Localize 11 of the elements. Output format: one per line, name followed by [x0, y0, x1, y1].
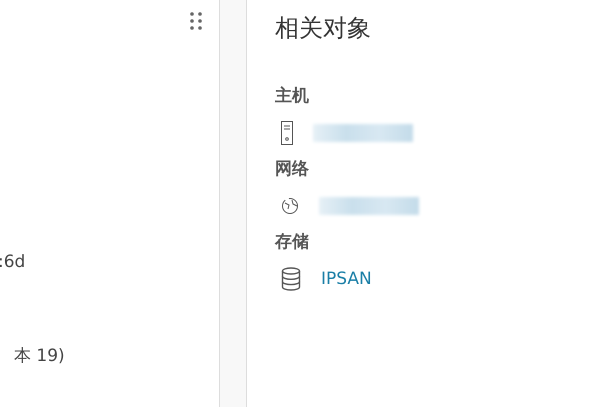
drag-handle-icon[interactable] [190, 12, 202, 30]
globe-icon [281, 197, 299, 215]
property-value: :6d [0, 252, 26, 272]
panel-title: 相关对象 [275, 13, 372, 44]
database-icon [281, 267, 301, 291]
section-heading: 网络 [275, 158, 310, 180]
server-icon [281, 121, 293, 145]
property-value: 本 19) [14, 345, 66, 367]
section-heading: 存储 [275, 231, 310, 253]
section-heading: 主机 [275, 85, 310, 107]
object-link[interactable]: IPSAN [321, 269, 372, 289]
